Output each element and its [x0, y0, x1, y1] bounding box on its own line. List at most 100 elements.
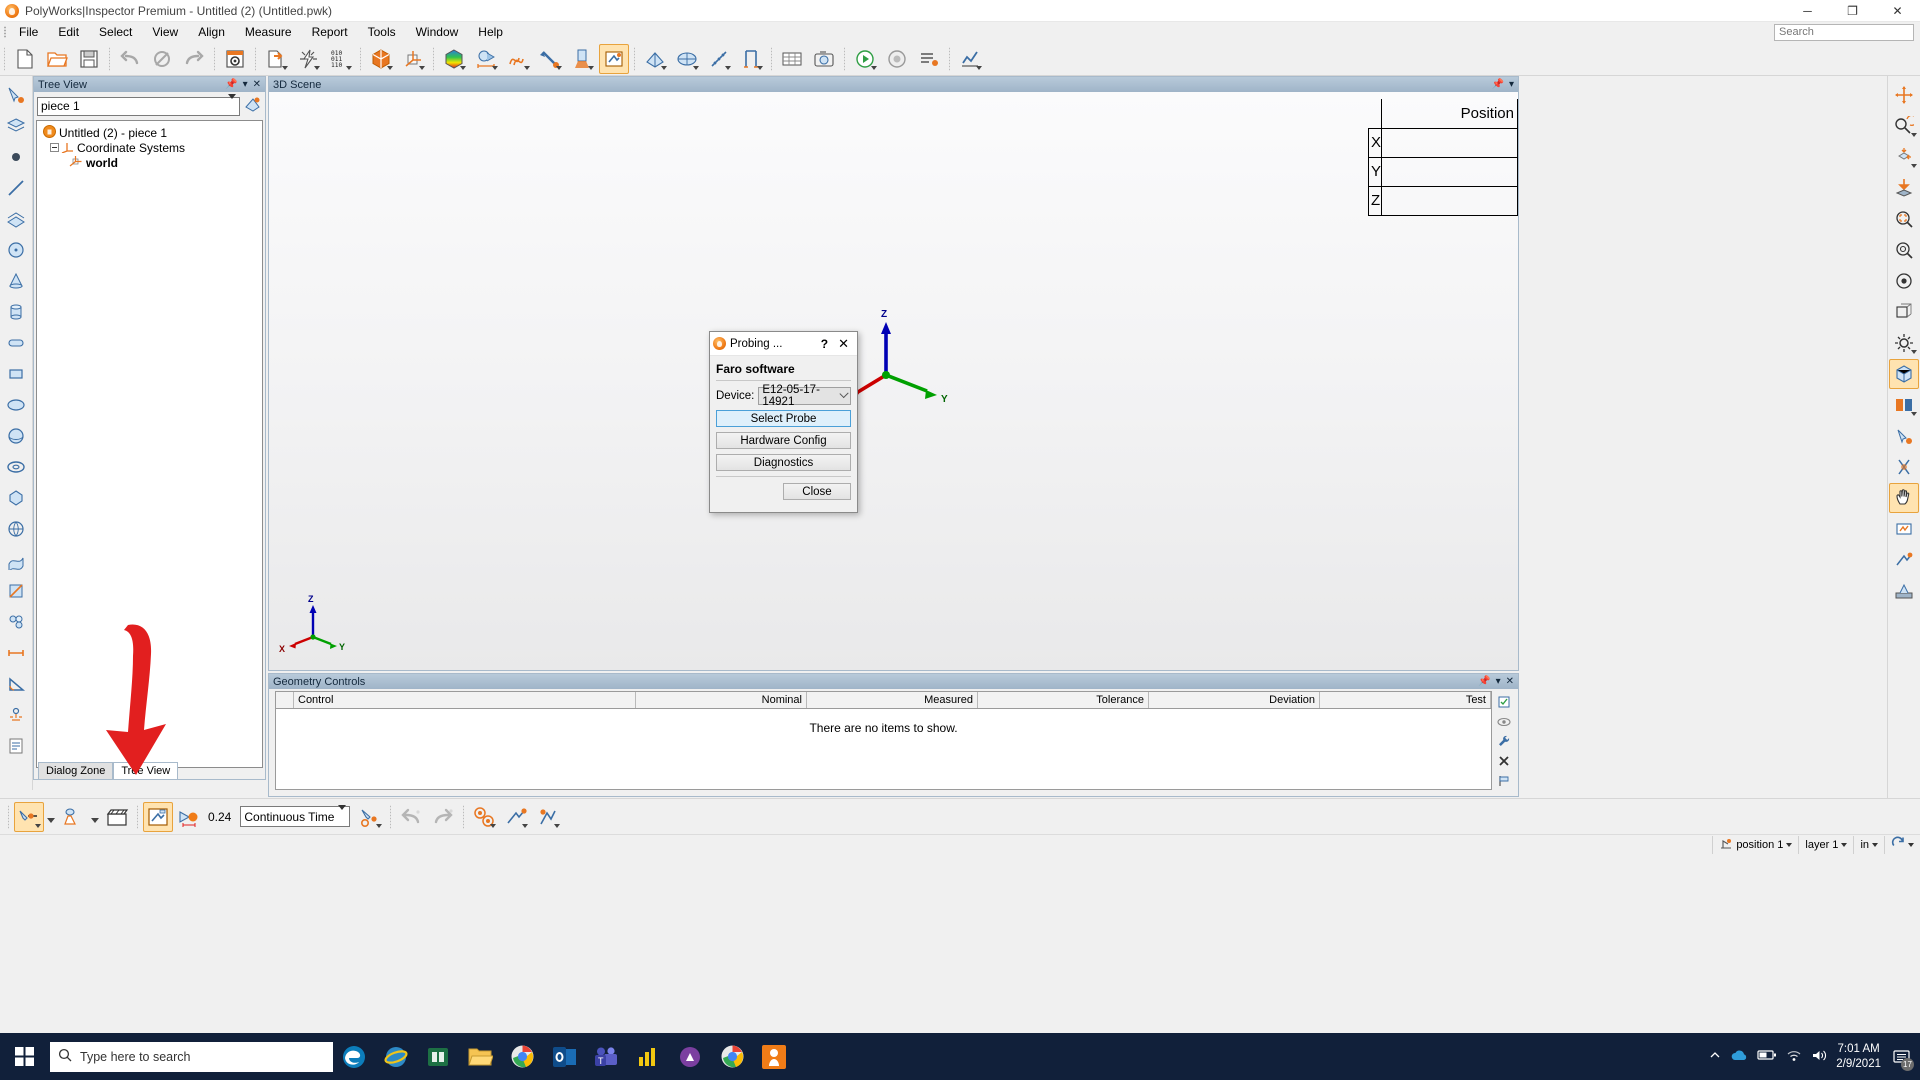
menu-report[interactable]: Report: [302, 23, 358, 41]
wrench-icon[interactable]: [1495, 733, 1513, 751]
tab-tree-view[interactable]: Tree View: [113, 762, 179, 779]
menu-align[interactable]: Align: [188, 23, 235, 41]
undo-icon[interactable]: [115, 44, 145, 74]
taskbar-clock[interactable]: 7:01 AM 2/9/2021: [1836, 1042, 1881, 1071]
chevron-down-icon[interactable]: [1841, 842, 1848, 847]
line-icon[interactable]: [1, 173, 31, 203]
tree-node-project[interactable]: Untitled (2) - piece 1: [39, 124, 260, 140]
align-object-icon[interactable]: [366, 44, 396, 74]
feature-probe-icon[interactable]: [501, 802, 531, 832]
chrome2-icon[interactable]: [711, 1033, 753, 1080]
geometry-controls-grid[interactable]: Control Nominal Measured Tolerance Devia…: [275, 691, 1492, 790]
pan-hand-icon[interactable]: [1889, 483, 1919, 513]
torus-icon[interactable]: [1, 452, 31, 482]
pin-icon[interactable]: 📌: [1492, 79, 1504, 90]
flag-icon[interactable]: [1495, 772, 1513, 790]
probe-vector-icon[interactable]: [535, 44, 565, 74]
drop-to-plane-icon[interactable]: [1889, 173, 1919, 203]
scan-mode-icon[interactable]: [58, 802, 88, 832]
menu-tools[interactable]: Tools: [358, 23, 406, 41]
chevron-down-icon[interactable]: ▾: [243, 79, 248, 90]
outlook-icon[interactable]: [543, 1033, 585, 1080]
playlist-icon[interactable]: [914, 44, 944, 74]
grid-table-icon[interactable]: [777, 44, 807, 74]
select-probe-button[interactable]: Select Probe: [716, 410, 851, 427]
menu-window[interactable]: Window: [406, 23, 469, 41]
polygon-icon[interactable]: [1, 483, 31, 513]
cross-section-icon[interactable]: [1, 576, 31, 606]
redo-probe-icon[interactable]: [428, 802, 458, 832]
onedrive-icon[interactable]: [1730, 1049, 1748, 1065]
teams-icon[interactable]: T: [585, 1033, 627, 1080]
circle-icon[interactable]: [1, 235, 31, 265]
clapper-icon[interactable]: [102, 802, 132, 832]
gdt-icon[interactable]: [1, 700, 31, 730]
tree-node-coordinate-systems[interactable]: Coordinate Systems: [39, 140, 260, 155]
search-input[interactable]: Search: [1774, 23, 1914, 41]
internet-explorer-icon[interactable]: [375, 1033, 417, 1080]
cylinder-icon[interactable]: [1, 297, 31, 327]
view-target-icon[interactable]: [1889, 266, 1919, 296]
chrome-icon[interactable]: [501, 1033, 543, 1080]
piece-properties-icon[interactable]: [243, 95, 262, 117]
probing-dialog[interactable]: Probing ... ? ✕ Faro software Device: E1…: [709, 331, 858, 513]
layer-selector[interactable]: layer 1: [1798, 835, 1853, 854]
clipping-icon[interactable]: [1889, 452, 1919, 482]
position-selector[interactable]: position 1: [1712, 835, 1798, 854]
probe-settings-icon[interactable]: [355, 802, 385, 832]
cad-object-icon[interactable]: [640, 44, 670, 74]
hide-control-icon[interactable]: [1495, 713, 1513, 731]
refresh-icon[interactable]: [1891, 836, 1905, 853]
polyworks-taskbar-icon[interactable]: [753, 1033, 795, 1080]
close-icon[interactable]: ✕: [253, 79, 261, 90]
device-probe-icon[interactable]: [533, 802, 563, 832]
probe-mode-selector[interactable]: Continuous Time: [240, 804, 351, 827]
scan-mode-dropdown[interactable]: [89, 802, 101, 832]
feature-table-icon[interactable]: [672, 44, 702, 74]
maximize-button[interactable]: ❐: [1830, 0, 1875, 22]
column-header-deviation[interactable]: Deviation: [1149, 692, 1320, 708]
help-button[interactable]: ?: [814, 337, 835, 351]
store-icon[interactable]: [669, 1033, 711, 1080]
slot-icon[interactable]: [1, 328, 31, 358]
probe-window-icon[interactable]: [143, 801, 173, 832]
delete-control-icon[interactable]: [1495, 752, 1513, 770]
chevron-down-icon[interactable]: [1908, 842, 1914, 847]
menu-grip[interactable]: [0, 22, 9, 42]
close-button[interactable]: Close: [783, 483, 851, 500]
close-button[interactable]: ✕: [1875, 0, 1920, 22]
tree-node-list[interactable]: Untitled (2) - piece 1 Coordinate System…: [36, 120, 263, 768]
measure-view-icon[interactable]: [1889, 514, 1919, 544]
tab-dialog-zone[interactable]: Dialog Zone: [38, 762, 114, 779]
chevron-down-icon[interactable]: [1786, 842, 1793, 847]
menu-file[interactable]: File: [9, 23, 48, 41]
column-header-tolerance[interactable]: Tolerance: [978, 692, 1149, 708]
render-mode-icon[interactable]: [1889, 359, 1919, 389]
curve-icon[interactable]: [503, 44, 533, 74]
zoom-extents-icon[interactable]: [1889, 235, 1919, 265]
camera-icon[interactable]: [809, 44, 839, 74]
edge-icon[interactable]: [333, 1033, 375, 1080]
piece-selector[interactable]: piece 1: [37, 94, 240, 116]
ellipse-icon[interactable]: [1, 390, 31, 420]
diagnostics-button[interactable]: Diagnostics: [716, 454, 851, 471]
group-icon[interactable]: [1, 607, 31, 637]
point-icon[interactable]: [1, 142, 31, 172]
flash-icon[interactable]: [293, 44, 323, 74]
surface-icon[interactable]: [1, 545, 31, 575]
options-icon[interactable]: [220, 44, 250, 74]
scene-canvas[interactable]: Position X Y Z Z Y Z Y X: [269, 92, 1518, 670]
chevron-down-icon[interactable]: ▾: [1496, 676, 1501, 687]
coordinate-system-icon[interactable]: [398, 44, 428, 74]
pin-icon[interactable]: 📌: [225, 79, 237, 90]
probe-select-icon[interactable]: [1, 80, 31, 110]
color-cube-icon[interactable]: [439, 44, 469, 74]
caliper-icon[interactable]: [736, 44, 766, 74]
menu-measure[interactable]: Measure: [235, 23, 302, 41]
file-explorer-icon[interactable]: [459, 1033, 501, 1080]
units-selector[interactable]: in: [1853, 835, 1884, 854]
light-icon[interactable]: [1889, 421, 1919, 451]
probe-view-icon[interactable]: [1889, 545, 1919, 575]
device-view-icon[interactable]: [1889, 576, 1919, 606]
new-file-icon[interactable]: [10, 44, 40, 74]
